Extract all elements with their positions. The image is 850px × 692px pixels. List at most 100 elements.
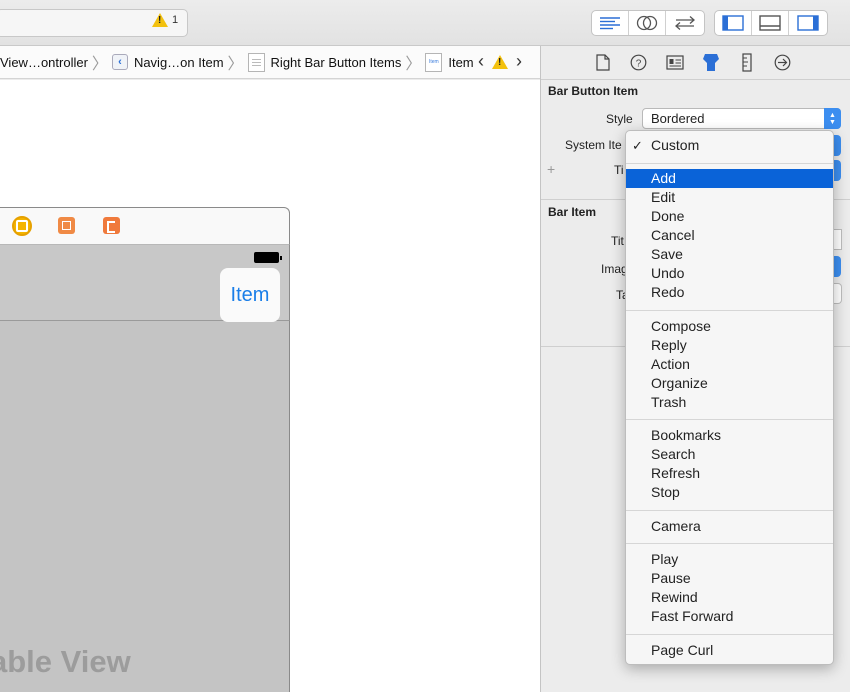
menu-item-add[interactable]: Add (626, 169, 833, 188)
question-icon: ? (630, 54, 647, 71)
document-icon (247, 52, 265, 72)
breadcrumb-right-bar-button-items[interactable]: Right Bar Button Items (247, 52, 401, 72)
style-value: Bordered (651, 111, 705, 126)
ruler-icon (741, 53, 752, 72)
lines-icon (600, 17, 620, 30)
menu-item-stop[interactable]: Stop (626, 483, 833, 502)
connections-inspector-tab[interactable] (773, 53, 792, 72)
debug-area-toggle-button[interactable] (752, 11, 789, 35)
menu-item-compose[interactable]: Compose (626, 317, 833, 336)
first-responder-icon[interactable] (58, 217, 75, 234)
swap-arrows-icon (674, 16, 695, 30)
menu-item-reply[interactable]: Reply (626, 336, 833, 355)
menu-item-trash[interactable]: Trash (626, 393, 833, 412)
section-title-bar-button-item: Bar Button Item (548, 84, 638, 98)
chevron-right-icon: 〉 (227, 56, 244, 73)
menu-item-edit[interactable]: Edit (626, 188, 833, 207)
menu-separator (626, 163, 833, 164)
tag-stepper-edge[interactable] (833, 283, 842, 304)
exit-icon[interactable] (103, 217, 120, 234)
menu-item-save[interactable]: Save (626, 245, 833, 264)
warning-icon[interactable] (492, 54, 508, 69)
title-label: Tit (611, 234, 624, 248)
menu-item-action[interactable]: Action (626, 355, 833, 374)
add-attribute-icon[interactable]: + (547, 161, 555, 177)
utilities-toggle-button[interactable] (789, 11, 826, 35)
navigator-toggle-button[interactable] (715, 11, 752, 35)
right-panel-icon (796, 15, 819, 31)
jump-bar: View…ontroller 〉 ‹ Navig…on Item 〉 Right… (0, 46, 540, 79)
menu-item-camera[interactable]: Camera (626, 517, 833, 536)
menu-item-rewind[interactable]: Rewind (626, 588, 833, 607)
back-chevron-icon: ‹ (111, 54, 128, 70)
warning-count: 1 (172, 14, 179, 26)
attributes-shield-icon (702, 54, 719, 71)
checkmark-icon: ✓ (632, 138, 643, 153)
attributes-inspector-tab[interactable] (701, 53, 720, 72)
breadcrumb-label: Item (448, 54, 474, 70)
scene-dock (0, 207, 290, 245)
chevron-right-icon: 〉 (405, 56, 422, 73)
venn-circles-icon (636, 15, 658, 31)
bar-item-icon: Item (425, 52, 443, 72)
tint-label: Ti (614, 163, 624, 177)
battery-icon (254, 252, 282, 263)
menu-separator (626, 419, 833, 420)
editor-mode-control[interactable] (591, 10, 705, 36)
style-label: Style (606, 112, 633, 126)
menu-separator (626, 634, 833, 635)
next-issue-chevron-icon[interactable]: › (516, 51, 522, 72)
breadcrumb-navigation-item[interactable]: ‹ Navig…on Item (111, 54, 224, 70)
inspector-tab-divider (541, 79, 850, 80)
issue-navigator-controls: ‹ › (478, 51, 522, 72)
menu-item-pause[interactable]: Pause (626, 569, 833, 588)
popup-stepper-icon: ▲ ▼ (824, 108, 841, 129)
image-label: Imag (601, 262, 628, 276)
breadcrumb-label: Navig…on Item (133, 54, 224, 70)
bottom-panel-icon (759, 15, 781, 31)
menu-item-play[interactable]: Play (626, 550, 833, 569)
file-inspector-tab[interactable] (593, 53, 612, 72)
warning-indicator[interactable]: 1 (152, 13, 178, 27)
id-card-icon (665, 55, 684, 70)
menu-separator (626, 310, 833, 311)
section-title-bar-item: Bar Item (548, 205, 597, 219)
assistant-editor-button[interactable] (629, 11, 666, 35)
breadcrumb-label: View…ontroller (0, 54, 88, 70)
panel-toggle-control[interactable] (714, 10, 828, 36)
system-item-label: System Ite (565, 138, 622, 152)
title-field-edge[interactable] (833, 229, 842, 250)
menu-item-undo[interactable]: Undo (626, 264, 833, 283)
left-panel-icon (722, 15, 744, 31)
inspector-tabs: ? (541, 46, 850, 79)
file-icon (595, 54, 610, 71)
menu-item-cancel[interactable]: Cancel (626, 226, 833, 245)
warning-icon (152, 13, 168, 27)
view-controller-icon[interactable] (12, 216, 32, 236)
menu-item-redo[interactable]: Redo (626, 283, 833, 302)
identity-inspector-tab[interactable] (665, 53, 684, 72)
system-item-menu: ✓ Custom Add Edit Done Cancel Save Undo … (625, 130, 834, 665)
standard-editor-button[interactable] (592, 11, 629, 35)
style-popup[interactable]: Bordered ▲ ▼ (642, 108, 841, 129)
menu-item-bookmarks[interactable]: Bookmarks (626, 426, 833, 445)
previous-issue-chevron-icon[interactable]: ‹ (478, 51, 484, 72)
size-inspector-tab[interactable] (737, 53, 756, 72)
menu-separator (626, 543, 833, 544)
menu-item-page-curl[interactable]: Page Curl (626, 641, 833, 660)
version-editor-button[interactable] (666, 11, 703, 35)
breadcrumb-item[interactable]: Item Item (425, 52, 474, 72)
arrow-circle-icon (774, 54, 791, 71)
menu-item-search[interactable]: Search (626, 445, 833, 464)
breadcrumb-view-controller[interactable]: View…ontroller (0, 55, 88, 70)
menu-item-refresh[interactable]: Refresh (626, 464, 833, 483)
svg-text:?: ? (636, 59, 642, 70)
quick-help-tab[interactable]: ? (629, 53, 648, 72)
menu-item-label: Custom (651, 137, 700, 153)
menu-item-fast-forward[interactable]: Fast Forward (626, 607, 833, 626)
menu-item-done[interactable]: Done (626, 207, 833, 226)
menu-item-custom[interactable]: ✓ Custom (626, 136, 833, 155)
menu-item-organize[interactable]: Organize (626, 374, 833, 393)
menu-separator (626, 510, 833, 511)
right-bar-button-item[interactable]: Item (220, 268, 280, 322)
